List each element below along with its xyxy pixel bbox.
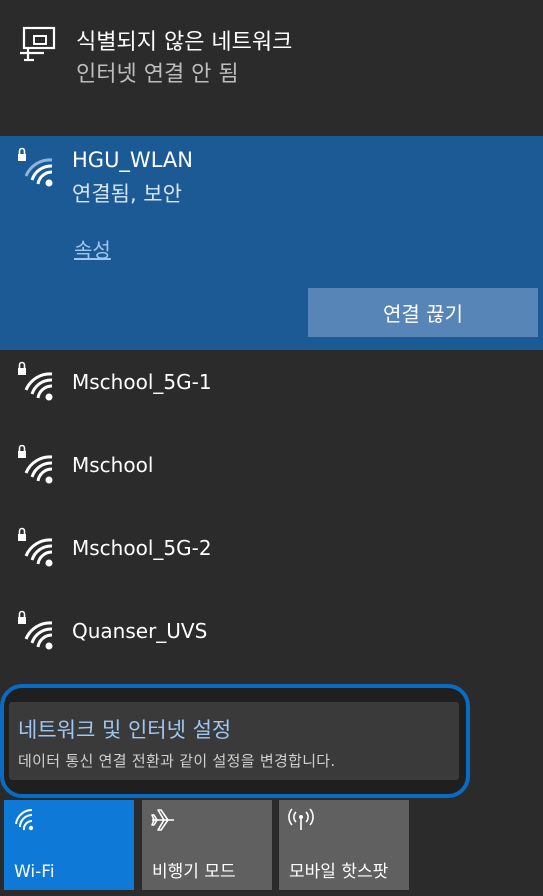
network-settings-highlight: 네트워크 및 인터넷 설정 데이터 통신 연결 전환과 같이 설정을 변경합니다… [0,684,470,798]
secured-wifi-icon [18,147,53,187]
ethernet-network-icon [20,26,56,62]
network-settings-link[interactable]: 네트워크 및 인터넷 설정 데이터 통신 연결 전환과 같이 설정을 변경합니다… [9,702,459,780]
airplane-mode-toggle[interactable]: 비행기 모드 [142,800,272,890]
network-status: 인터넷 연결 안 됨 [76,62,239,87]
network-ssid: Quanser_UVS [72,619,208,643]
properties-link[interactable]: 속성 [74,234,111,263]
network-ssid: HGU_WLAN [72,148,193,172]
wifi-icon [15,808,34,831]
network-status: 연결됨, 보안 [72,182,182,206]
network-ssid: Mschool [72,453,154,477]
network-item[interactable]: Mschool_5G-1 [0,350,543,433]
connected-network[interactable]: HGU_WLAN 연결됨, 보안 속성 연결 끊기 [0,136,543,350]
network-ssid: Mschool_5G-1 [72,370,212,394]
settings-description: 데이터 통신 연결 전환과 같이 설정을 변경합니다. [18,752,336,770]
disconnect-button[interactable]: 연결 끊기 [308,288,538,337]
hotspot-icon [288,808,314,830]
mobile-hotspot-toggle[interactable]: 모바일 핫스팟 [279,800,409,890]
secured-wifi-icon [18,610,53,650]
network-item[interactable]: Mschool [0,433,543,516]
mobile-hotspot-label: 모바일 핫스팟 [289,862,389,882]
airplane-icon [151,809,174,831]
airplane-mode-label: 비행기 모드 [152,862,236,882]
wifi-toggle[interactable]: Wi-Fi [4,800,134,890]
network-item[interactable]: Mschool_5G-2 [0,516,543,599]
network-ssid: Mschool_5G-2 [72,536,212,560]
unidentified-network[interactable]: 식별되지 않은 네트워크 인터넷 연결 안 됨 [0,0,543,136]
settings-title: 네트워크 및 인터넷 설정 [18,718,232,742]
network-item[interactable]: Quanser_UVS [0,599,543,682]
network-name: 식별되지 않은 네트워크 [76,30,293,55]
wifi-label: Wi-Fi [14,862,55,882]
secured-wifi-icon [18,444,53,484]
secured-wifi-icon [18,527,53,567]
secured-wifi-icon [18,361,53,401]
